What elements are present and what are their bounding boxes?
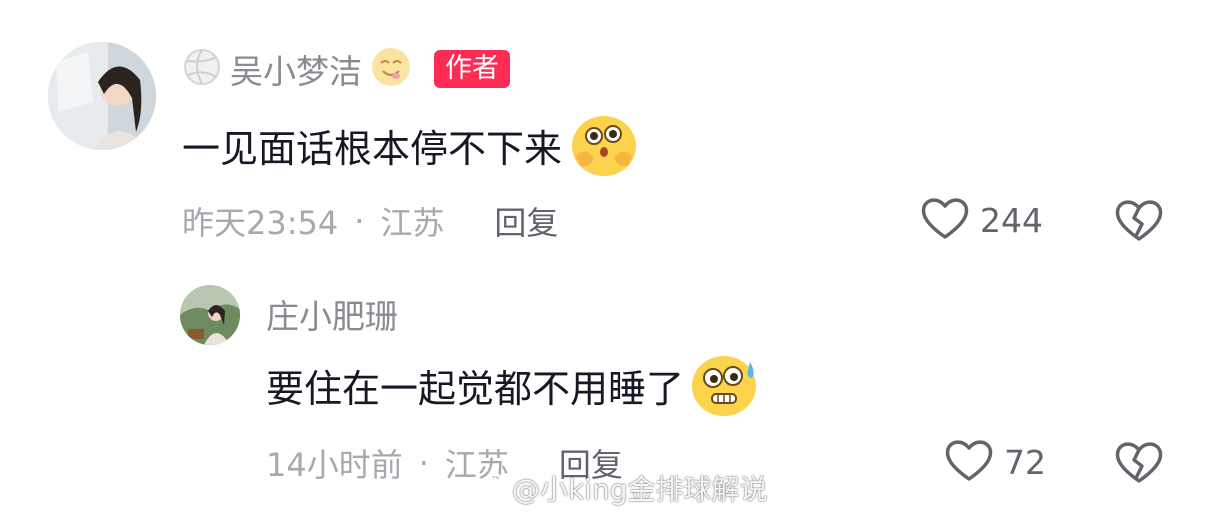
nervous-sweat-emoji-icon — [688, 352, 760, 418]
reply-button[interactable]: 回复 — [494, 198, 558, 244]
meta-separator: · — [418, 444, 429, 482]
like-button[interactable]: 72 — [944, 437, 1046, 487]
avatar[interactable] — [180, 285, 240, 345]
username[interactable]: 吴小梦洁 — [230, 45, 362, 93]
comment-text: 要住在一起觉都不用睡了 — [266, 366, 685, 411]
volleyball-icon — [182, 47, 222, 91]
watermark-text: @小king金排球解说 — [512, 473, 768, 506]
like-count: 72 — [1004, 442, 1046, 482]
username[interactable]: 庄小肥珊 — [266, 290, 398, 338]
broken-heart-icon[interactable] — [1114, 198, 1164, 246]
comment-meta: 昨天23:54 · 江苏 回复 — [182, 196, 558, 246]
yum-emoji-icon — [370, 46, 412, 92]
like-count: 244 — [980, 200, 1043, 240]
heart-outline-icon[interactable] — [944, 438, 994, 486]
comment-text-row: 要住在一起觉都不用睡了 — [266, 350, 760, 420]
comment-text: 一见面话根本停不下来 — [182, 126, 563, 171]
comment-header: 吴小梦洁 作者 — [182, 45, 510, 93]
comment-time: 昨天23:54 — [182, 204, 339, 242]
broken-heart-icon[interactable] — [1114, 440, 1164, 488]
comment-header: 庄小肥珊 — [266, 290, 398, 338]
like-button[interactable]: 244 — [920, 195, 1043, 245]
meta-separator: · — [354, 202, 365, 240]
comment-time: 14小时前 — [266, 446, 403, 484]
shy-kiss-emoji-icon — [566, 112, 638, 178]
heart-outline-icon[interactable] — [920, 196, 970, 244]
comment-text-row: 一见面话根本停不下来 — [182, 110, 638, 180]
author-badge: 作者 — [434, 50, 510, 88]
watermark: @小king金排球解说 — [470, 468, 768, 508]
weibo-logo-icon — [470, 470, 504, 507]
avatar[interactable] — [48, 42, 156, 150]
comment-location: 江苏 — [380, 204, 445, 242]
